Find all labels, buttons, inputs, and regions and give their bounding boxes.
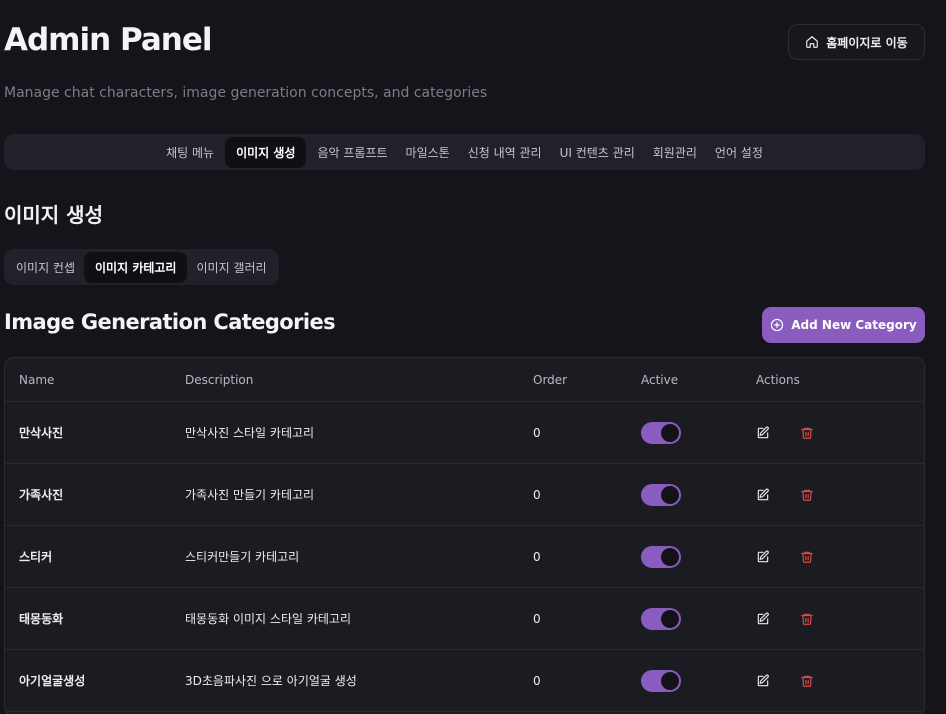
page-subtitle: Manage chat characters, image generation… — [4, 85, 488, 101]
tab-sub-1[interactable]: 이미지 카테고리 — [84, 251, 188, 283]
row-actions — [756, 588, 814, 649]
table-row: 태몽동화 태몽동화 이미지 스타일 카테고리 0 — [5, 588, 924, 650]
table-row: 스티커 스티커만들기 카테고리 0 — [5, 526, 924, 588]
active-toggle[interactable] — [641, 483, 681, 506]
table-row: 만삭사진 만삭사진 스타일 카테고리 0 — [5, 402, 924, 464]
toggle-knob — [661, 609, 679, 628]
category-order: 0 — [533, 487, 541, 502]
home-icon — [805, 35, 819, 49]
active-toggle-cell — [641, 650, 681, 711]
column-name: Name — [19, 372, 55, 387]
toggle-knob — [661, 671, 679, 690]
category-description: 만삭사진 스타일 카테고리 — [185, 426, 315, 440]
tab-main-3[interactable]: 마일스톤 — [399, 137, 457, 168]
sub-tabs: 이미지 컨셉 이미지 카테고리 이미지 갤러리 — [4, 249, 279, 285]
toggle-knob — [661, 423, 679, 442]
trash-icon[interactable] — [800, 612, 814, 626]
category-order: 0 — [533, 611, 541, 626]
tab-main-1[interactable]: 이미지 생성 — [225, 136, 307, 168]
tab-main-4[interactable]: 신청 내역 관리 — [461, 137, 549, 168]
category-order: 0 — [533, 673, 541, 688]
edit-icon[interactable] — [756, 488, 770, 502]
row-actions — [756, 402, 814, 463]
active-toggle-cell — [641, 402, 681, 463]
tab-main-5[interactable]: UI 컨텐츠 관리 — [553, 137, 642, 168]
active-toggle-cell — [641, 464, 681, 525]
tab-main-6[interactable]: 회원관리 — [646, 137, 704, 168]
active-toggle[interactable] — [641, 545, 681, 568]
column-description: Description — [185, 372, 254, 387]
category-name: 아기얼굴생성 — [19, 674, 86, 688]
active-toggle[interactable] — [641, 669, 681, 692]
tab-sub-0[interactable]: 이미지 컨셉 — [9, 252, 82, 283]
tab-main-0[interactable]: 채팅 메뉴 — [159, 137, 221, 168]
row-actions — [756, 464, 814, 525]
add-category-label: Add New Category — [791, 318, 917, 332]
category-order: 0 — [533, 425, 541, 440]
edit-icon[interactable] — [756, 426, 770, 440]
categories-table: Name Description Order Active Actions 만삭… — [4, 357, 925, 714]
table-header: Name Description Order Active Actions — [5, 358, 924, 402]
categories-title: Image Generation Categories — [4, 310, 336, 334]
active-toggle[interactable] — [641, 607, 681, 630]
column-active: Active — [641, 372, 679, 387]
trash-icon[interactable] — [800, 550, 814, 564]
tab-sub-2[interactable]: 이미지 갤러리 — [189, 252, 273, 283]
table-row: 아기얼굴생성 3D초음파사진 으로 아기얼굴 생성 0 — [5, 650, 924, 712]
row-actions — [756, 650, 814, 711]
category-name: 태몽동화 — [19, 612, 64, 626]
edit-icon[interactable] — [756, 612, 770, 626]
home-button[interactable]: 홈페이지로 이동 — [788, 24, 925, 60]
active-toggle-cell — [641, 526, 681, 587]
admin-page: Admin Panel Manage chat characters, imag… — [0, 0, 946, 714]
main-tabs: 채팅 메뉴 이미지 생성 음악 프롬프트 마일스톤 신청 내역 관리 UI 컨텐츠 관리 회… — [4, 134, 925, 170]
section-title: 이미지 생성 — [4, 203, 103, 227]
active-toggle-cell — [641, 588, 681, 649]
page-title: Admin Panel — [4, 22, 212, 58]
tab-main-7[interactable]: 언어 설정 — [708, 137, 770, 168]
category-description: 스티커만들기 카테고리 — [185, 550, 300, 564]
trash-icon[interactable] — [800, 488, 814, 502]
trash-icon[interactable] — [800, 426, 814, 440]
edit-icon[interactable] — [756, 674, 770, 688]
category-description: 태몽동화 이미지 스타일 카테고리 — [185, 612, 352, 626]
table-row: 가족사진 가족사진 만들기 카테고리 0 — [5, 464, 924, 526]
category-name: 만삭사진 — [19, 426, 64, 440]
category-description: 가족사진 만들기 카테고리 — [185, 488, 315, 502]
edit-icon[interactable] — [756, 550, 770, 564]
active-toggle[interactable] — [641, 421, 681, 444]
column-actions: Actions — [756, 372, 800, 387]
tab-main-2[interactable]: 음악 프롬프트 — [310, 137, 394, 168]
add-category-button[interactable]: Add New Category — [762, 307, 925, 343]
home-button-label: 홈페이지로 이동 — [826, 35, 908, 50]
category-order: 0 — [533, 549, 541, 564]
row-actions — [756, 526, 814, 587]
category-name: 스티커 — [19, 550, 53, 564]
column-order: Order — [533, 372, 568, 387]
toggle-knob — [661, 485, 679, 504]
category-description: 3D초음파사진 으로 아기얼굴 생성 — [185, 674, 357, 688]
category-name: 가족사진 — [19, 488, 64, 502]
plus-circle-icon — [770, 318, 784, 332]
trash-icon[interactable] — [800, 674, 814, 688]
toggle-knob — [661, 547, 679, 566]
